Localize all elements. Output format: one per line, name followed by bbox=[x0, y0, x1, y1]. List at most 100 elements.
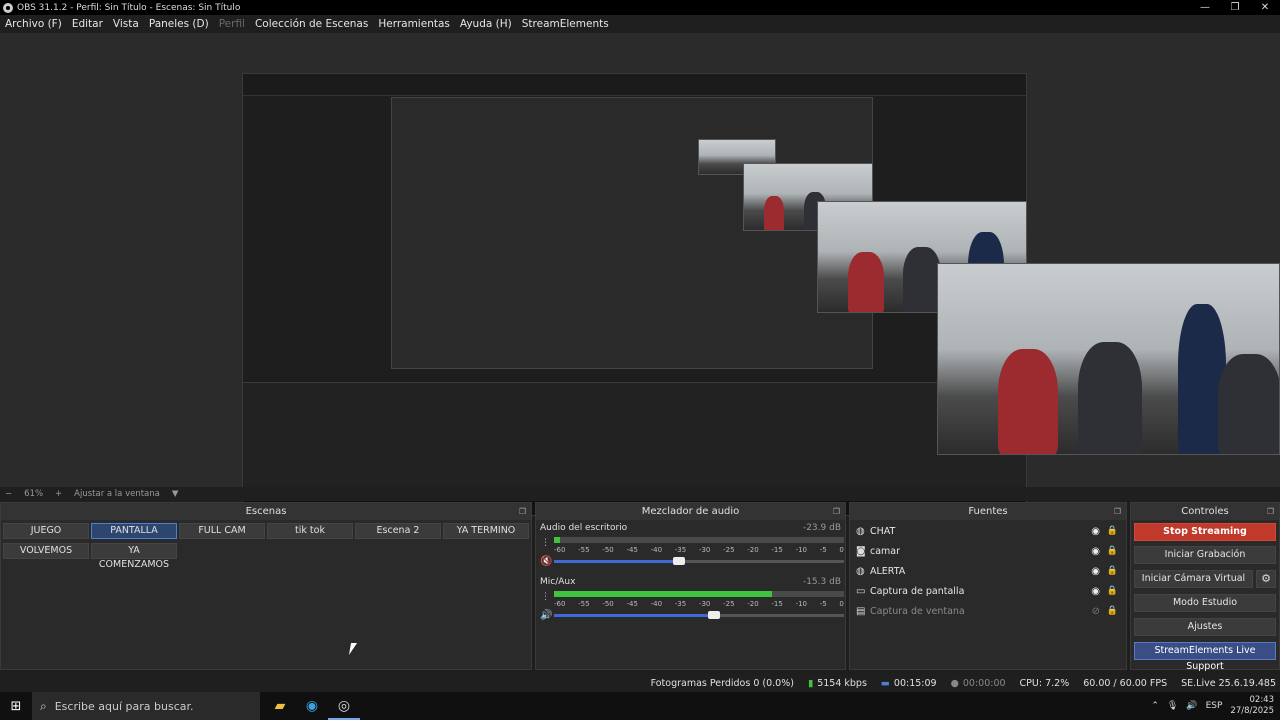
scene-button[interactable]: YA TERMINO bbox=[443, 523, 529, 539]
scene-button[interactable]: Escena 2 bbox=[355, 523, 441, 539]
undock-icon[interactable]: ❐ bbox=[833, 503, 840, 520]
stop-streaming-button[interactable]: Stop Streaming bbox=[1134, 523, 1276, 541]
menu-bar: Archivo (F) Editar Vista Paneles (D) Perfil C… bbox=[0, 15, 1280, 33]
stream-icon: ▬ bbox=[880, 677, 890, 689]
zoom-out-button[interactable]: − bbox=[5, 489, 12, 499]
kebab-menu-icon[interactable]: ⋮ bbox=[541, 592, 550, 602]
speaker-muted-icon[interactable]: 🔇 bbox=[540, 556, 552, 567]
windows-start-icon[interactable]: ⊞ bbox=[0, 699, 32, 714]
menu-item-3[interactable]: Paneles (D) bbox=[149, 18, 209, 30]
obs-icon[interactable]: ◎ bbox=[328, 692, 360, 720]
volume-knob[interactable] bbox=[707, 611, 720, 619]
windows-taskbar: ⊞ ⌕ Escribe aquí para buscar. ▰ ◉ ◎ ⌃ 🎙 … bbox=[0, 692, 1280, 720]
undock-icon[interactable]: ❐ bbox=[519, 503, 526, 520]
eye-hidden-icon[interactable]: ⊘ bbox=[1092, 606, 1100, 617]
edge-icon[interactable]: ◉ bbox=[296, 692, 328, 720]
virtual-camera-button[interactable]: Iniciar Cámara Virtual bbox=[1134, 570, 1253, 588]
source-name: Captura de pantalla bbox=[870, 585, 965, 597]
eye-icon[interactable]: ◉ bbox=[1091, 526, 1100, 537]
settings-button[interactable]: Ajustes bbox=[1134, 618, 1276, 636]
source-name: CHAT bbox=[870, 525, 896, 537]
webcam-frame bbox=[937, 263, 1280, 455]
menu-item-8[interactable]: StreamElements bbox=[522, 18, 609, 30]
speaker-icon[interactable]: 🔊 bbox=[540, 610, 552, 621]
menu-item-2[interactable]: Vista bbox=[113, 18, 139, 30]
clock[interactable]: 02:43 27/8/2025 bbox=[1230, 695, 1274, 717]
meter-tick: -60 bbox=[554, 600, 566, 608]
se-live-support-button[interactable]: StreamElements Live Support bbox=[1134, 642, 1276, 672]
maximize-button[interactable]: ❐ bbox=[1220, 0, 1250, 15]
meter-tick: -25 bbox=[723, 600, 735, 608]
taskbar-search[interactable]: ⌕ Escribe aquí para buscar. bbox=[32, 692, 260, 720]
input-language[interactable]: ESP bbox=[1206, 701, 1223, 711]
mixer-header: Mezclador de audio ❐ bbox=[536, 503, 845, 520]
undock-icon[interactable]: ❐ bbox=[1114, 503, 1121, 520]
zoom-level: 61% bbox=[24, 489, 44, 499]
kebab-menu-icon[interactable]: ⋮ bbox=[541, 538, 550, 548]
chevron-up-icon[interactable]: ⌃ bbox=[1151, 701, 1159, 711]
close-button[interactable]: ✕ bbox=[1250, 0, 1280, 15]
meter-tick: -35 bbox=[674, 600, 687, 608]
start-recording-button[interactable]: Iniciar Grabación bbox=[1134, 546, 1276, 564]
preview-area[interactable] bbox=[0, 33, 1280, 516]
scene-button[interactable]: YA COMENZAMOS bbox=[91, 543, 177, 570]
meter-ticks: -60 -55 -50 -45 -40 -35 -30 -25 -20 -15 -10 -5 0 bbox=[554, 600, 844, 608]
file-explorer-icon[interactable]: ▰ bbox=[264, 692, 296, 720]
volume-slider[interactable] bbox=[554, 611, 844, 619]
source-item[interactable]: ◙ camar ◉ 🔒 bbox=[850, 541, 1126, 561]
system-tray: ⌃ 🎙 🔊 ESP 02:43 27/8/2025 bbox=[1143, 692, 1274, 720]
volume-icon[interactable]: 🔊 bbox=[1186, 701, 1197, 711]
eye-icon[interactable]: ◉ bbox=[1091, 546, 1100, 557]
menu-item-4[interactable]: Perfil bbox=[219, 18, 245, 30]
source-item[interactable]: ◍ ALERTA ◉ 🔒 bbox=[850, 561, 1126, 581]
menu-item-0[interactable]: Archivo (F) bbox=[5, 18, 62, 30]
meter-tick: -10 bbox=[795, 600, 807, 608]
zoom-dropdown-icon[interactable]: ▼ bbox=[172, 489, 179, 499]
volume-slider[interactable] bbox=[554, 557, 844, 565]
source-name: Captura de ventana bbox=[870, 605, 965, 617]
scene-button[interactable]: PANTALLA bbox=[91, 523, 177, 539]
meter-ticks: -60 -55 -50 -45 -40 -35 -30 -25 -20 -15 -10 -5 0 bbox=[554, 546, 844, 554]
lock-icon[interactable]: 🔒 bbox=[1107, 526, 1118, 536]
lock-icon[interactable]: 🔒 bbox=[1107, 566, 1118, 576]
minimize-button[interactable]: — bbox=[1190, 0, 1220, 15]
meter-tick: -40 bbox=[650, 600, 663, 608]
meter-tick: -10 bbox=[795, 546, 807, 554]
zoom-in-button[interactable]: + bbox=[55, 489, 62, 499]
source-name: camar bbox=[870, 545, 901, 557]
meter-tick: -30 bbox=[698, 546, 711, 554]
meter-tick: 0 bbox=[839, 600, 844, 608]
scene-button[interactable]: JUEGO bbox=[3, 523, 89, 539]
meter-green bbox=[554, 591, 772, 597]
menu-item-1[interactable]: Editar bbox=[72, 18, 103, 30]
gear-icon[interactable]: ⚙ bbox=[1256, 570, 1276, 588]
source-item[interactable]: ▤ Captura de ventana ⊘ 🔒 bbox=[850, 601, 1126, 621]
scenes-header: Escenas ❐ bbox=[1, 503, 531, 520]
mixer-channel: Audio del escritorio -23.9 dB ⋮ -60 -55 -50 -4… bbox=[536, 520, 845, 574]
lock-icon[interactable]: 🔒 bbox=[1107, 546, 1118, 556]
source-item[interactable]: ◍ CHAT ◉ 🔒 bbox=[850, 521, 1126, 541]
lock-icon[interactable]: 🔒 bbox=[1107, 606, 1118, 616]
scene-button[interactable]: FULL CAM bbox=[179, 523, 265, 539]
fit-window-button[interactable]: Ajustar a la ventana bbox=[74, 489, 160, 499]
eye-icon[interactable]: ◉ bbox=[1091, 586, 1100, 597]
nested-docks bbox=[243, 382, 1026, 487]
volume-knob[interactable] bbox=[672, 557, 685, 565]
menu-item-5[interactable]: Colección de Escenas bbox=[255, 18, 368, 30]
lock-icon[interactable]: 🔒 bbox=[1107, 586, 1118, 596]
record-icon: ● bbox=[950, 677, 959, 689]
channel-db: -15.3 dB bbox=[802, 577, 841, 587]
menu-item-7[interactable]: Ayuda (H) bbox=[460, 18, 512, 30]
scene-button[interactable]: VOLVEMOS bbox=[3, 543, 89, 559]
studio-mode-button[interactable]: Modo Estudio bbox=[1134, 594, 1276, 612]
window-titlebar: OBS 31.1.2 - Perfil: Sin Título - Escena… bbox=[0, 0, 1280, 15]
eye-icon[interactable]: ◉ bbox=[1091, 566, 1100, 577]
menu-item-6[interactable]: Herramientas bbox=[378, 18, 450, 30]
source-item[interactable]: ▭ Captura de pantalla ◉ 🔒 bbox=[850, 581, 1126, 601]
meter-tick: -45 bbox=[626, 546, 638, 554]
undock-icon[interactable]: ❐ bbox=[1267, 503, 1274, 520]
window-title: OBS 31.1.2 - Perfil: Sin Título - Escena… bbox=[17, 2, 241, 13]
channel-db: -23.9 dB bbox=[802, 523, 841, 533]
scene-button[interactable]: tik tok bbox=[267, 523, 353, 539]
microphone-icon[interactable]: 🎙 bbox=[1167, 701, 1178, 711]
